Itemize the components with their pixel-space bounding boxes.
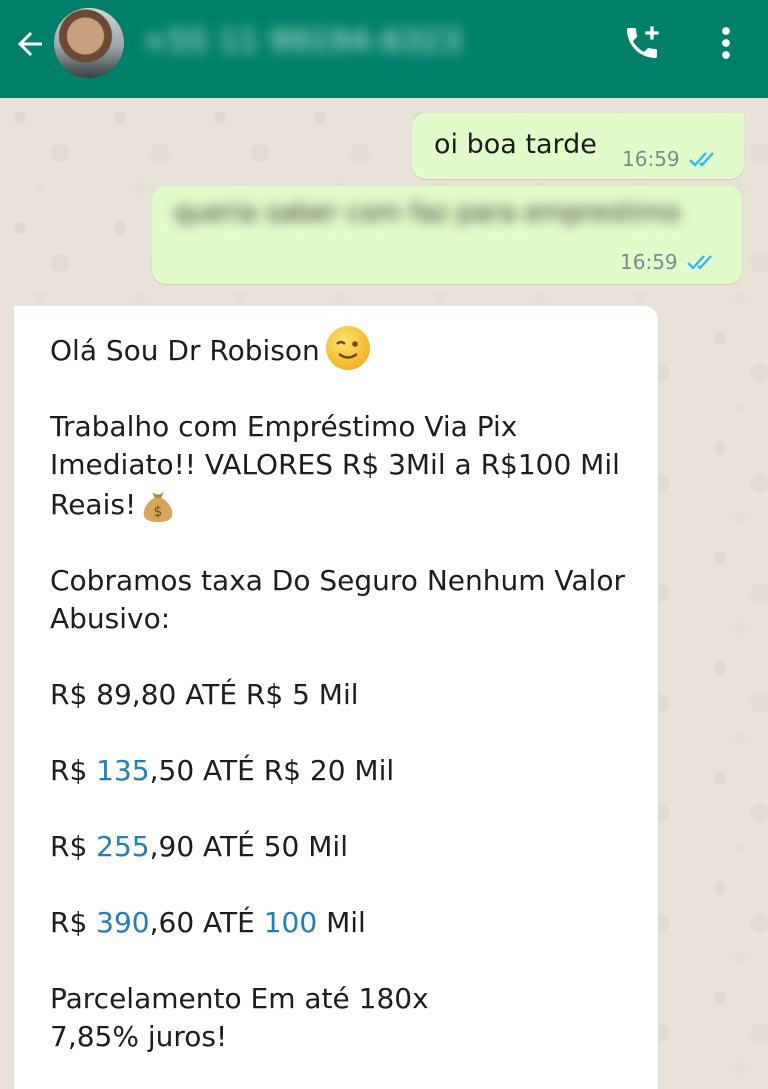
rate-prefix: R$ [50,830,97,863]
rate-line: R$ 255,90 ATÉ 50 Mil [50,828,650,866]
outgoing-message[interactable]: oi boa tarde 16:59 [412,113,744,179]
rate-prefix: R$ [50,754,97,787]
rate-line: R$ 135,50 ATÉ R$ 20 Mil [50,752,650,790]
outgoing-message-blurred[interactable]: queria saber com faz para emprestimo 16:… [152,186,742,284]
message-line: Reais! $ [50,484,650,524]
rate-prefix: R$ [50,906,97,939]
contact-avatar[interactable] [54,8,124,78]
add-call-button[interactable] [616,20,668,66]
rate-middle: ,60 ATÉ [149,906,264,939]
message-body: Olá Sou Dr Robison Trabalho com Emprésti… [50,326,650,1056]
phone-number-link[interactable]: 135 [96,754,149,787]
rate-suffix: ,90 ATÉ 50 Mil [149,830,348,863]
more-vertical-icon [722,27,730,59]
money-bag-emoji: $ [143,492,173,522]
rate-line: R$ 390,60 ATÉ 100 Mil [50,904,650,942]
winking-face-emoji [325,326,370,370]
rate-suffix: Mil [317,906,366,939]
svg-text:$: $ [154,504,163,520]
greeting-text: Olá Sou Dr Robison [50,334,320,367]
message-time: 16:59 [620,250,678,274]
message-line: 7,85% juros! [50,1020,228,1053]
more-options-button[interactable] [706,20,746,66]
message-meta: 16:59 [620,250,716,274]
message-line: Abusivo: [50,602,171,635]
phone-number-link[interactable]: 100 [264,906,317,939]
message-line: Parcelamento Em até 180x [50,982,429,1015]
double-check-read-icon [686,255,712,270]
message-meta: 16:59 [622,147,718,171]
message-text: Reais! [50,488,137,521]
add-call-icon [627,26,659,58]
double-check-read-icon [688,152,714,167]
message-line: Trabalho com Empréstimo Via Pix [50,410,518,443]
message-line: Imediato!! VALORES R$ 3Mil a R$100 Mil [50,448,620,481]
message-text: queria saber com faz para emprestimo [174,198,681,228]
arrow-left-icon [18,32,42,56]
rate-suffix: ,50 ATÉ R$ 20 Mil [149,754,395,787]
message-time: 16:59 [622,147,680,171]
back-button[interactable] [8,24,52,64]
message-text: oi boa tarde [434,129,597,160]
chat-header: +55 11 99194-6323 [0,0,768,98]
message-line: Cobramos taxa Do Seguro Nenhum Valor [50,564,625,597]
phone-number-link[interactable]: 390 [96,906,149,939]
contact-number[interactable]: +55 11 99194-6323 [142,22,462,62]
incoming-message[interactable]: Olá Sou Dr Robison Trabalho com Emprésti… [14,306,658,1089]
phone-number-link[interactable]: 255 [96,830,149,863]
rate-line: R$ 89,80 ATÉ R$ 5 Mil [50,678,359,711]
message-line: Olá Sou Dr Robison [50,326,650,370]
